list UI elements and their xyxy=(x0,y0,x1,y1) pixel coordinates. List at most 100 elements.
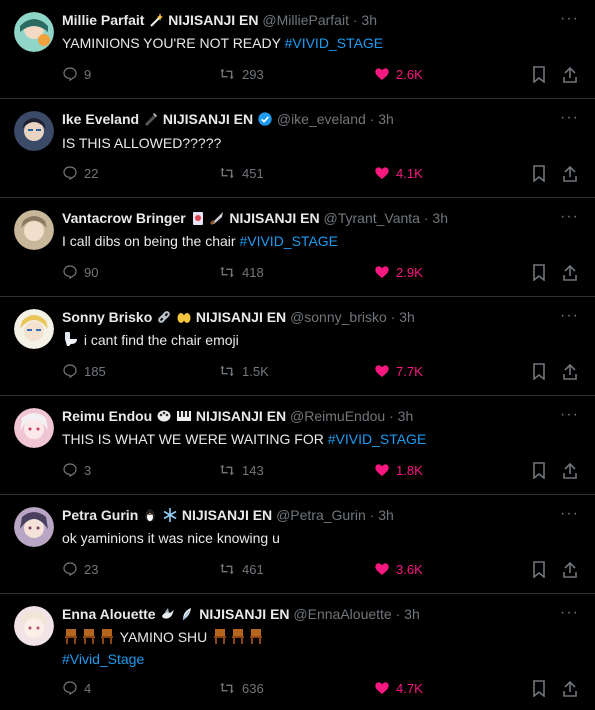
display-name[interactable]: Sonny Brisko xyxy=(62,309,152,325)
chair-icon xyxy=(248,628,264,649)
magic-wand-icon xyxy=(149,13,164,31)
like-button[interactable]: 3.6K xyxy=(374,561,423,577)
more-options-icon[interactable]: ··· xyxy=(560,505,579,523)
tweet-text: THIS IS WHAT WE WERE WAITING FOR #VIVID_… xyxy=(62,429,555,449)
retweet-button[interactable]: 636 xyxy=(218,680,264,696)
avatar[interactable] xyxy=(14,507,54,547)
handle[interactable]: @Petra_Gurin xyxy=(276,507,366,523)
reply-count: 90 xyxy=(84,264,99,280)
timestamp[interactable]: 3h xyxy=(404,606,420,622)
share-icon[interactable] xyxy=(562,165,578,187)
tweet-text-body: I call dibs on being the chair xyxy=(62,233,236,249)
bookmark-icon[interactable] xyxy=(532,462,546,484)
display-name[interactable]: Reimu Endou xyxy=(62,408,152,424)
like-button[interactable]: 7.7K xyxy=(374,363,423,379)
tweet[interactable]: Petra Gurin NIJISANJI EN @Petra_Gurin · … xyxy=(0,495,595,594)
timestamp[interactable]: 3h xyxy=(378,507,394,523)
tweet-text: I call dibs on being the chair #VIVID_ST… xyxy=(62,231,555,251)
hashtag-link[interactable]: #VIVID_STAGE xyxy=(239,233,338,249)
share-icon[interactable] xyxy=(562,66,578,88)
bookmark-icon[interactable] xyxy=(532,165,546,187)
bookmark-icon[interactable] xyxy=(532,561,546,583)
retweet-button[interactable]: 451 xyxy=(218,165,264,181)
avatar[interactable] xyxy=(14,111,54,151)
handle[interactable]: @EnnaAlouette xyxy=(293,606,391,622)
timestamp[interactable]: 3h xyxy=(378,111,394,127)
more-options-icon[interactable]: ··· xyxy=(560,10,579,28)
handle[interactable]: @MillieParfait xyxy=(262,12,349,28)
tweet-header: Enna Alouette NIJISANJI EN @EnnaAlouette… xyxy=(62,605,555,625)
retweet-icon xyxy=(220,464,234,476)
more-options-icon[interactable]: ··· xyxy=(560,406,579,424)
reply-count: 3 xyxy=(84,462,92,478)
agency-label: NIJISANJI EN xyxy=(195,408,287,424)
display-name[interactable]: Ike Eveland xyxy=(62,111,139,127)
tweet[interactable]: Sonny Brisko NIJISANJI EN @sonny_brisko … xyxy=(0,297,595,396)
tarot-card-icon xyxy=(191,211,205,229)
hashtag-link[interactable]: #VIVID_STAGE xyxy=(285,35,384,51)
retweet-button[interactable]: 293 xyxy=(218,66,264,82)
tweet[interactable]: Millie Parfait NIJISANJI EN @MillieParfa… xyxy=(0,0,595,99)
retweet-count: 143 xyxy=(242,462,264,478)
reply-button[interactable]: 3 xyxy=(62,462,91,478)
bookmark-icon[interactable] xyxy=(532,680,546,702)
reply-button[interactable]: 9 xyxy=(62,66,91,82)
share-icon[interactable] xyxy=(562,680,578,702)
retweet-button[interactable]: 461 xyxy=(218,561,264,577)
agency-label: NIJISANJI EN xyxy=(229,210,320,226)
tweet[interactable]: Reimu Endou NIJISANJI EN @ReimuEndou · 3… xyxy=(0,396,595,495)
like-button[interactable]: 2.9K xyxy=(374,264,423,280)
reply-button[interactable]: 22 xyxy=(62,165,98,181)
reply-button[interactable]: 90 xyxy=(62,264,98,280)
display-name[interactable]: Millie Parfait xyxy=(62,12,144,28)
timestamp[interactable]: 3h xyxy=(399,309,415,325)
reply-button[interactable]: 4 xyxy=(62,680,91,696)
handle[interactable]: @ReimuEndou xyxy=(290,408,385,424)
tweet[interactable]: Enna Alouette NIJISANJI EN @EnnaAlouette… xyxy=(0,594,595,710)
avatar[interactable] xyxy=(14,12,54,52)
like-button[interactable]: 1.8K xyxy=(374,462,423,478)
like-button[interactable]: 4.1K xyxy=(374,165,423,181)
more-options-icon[interactable]: ··· xyxy=(560,208,579,226)
avatar[interactable] xyxy=(14,408,54,448)
tweet[interactable]: Ike Eveland NIJISANJI EN @ike_eveland · … xyxy=(0,99,595,198)
tweet-text: ok yaminions it was nice knowing u xyxy=(62,528,555,548)
share-icon[interactable] xyxy=(562,363,578,385)
display-name[interactable]: Enna Alouette xyxy=(62,606,156,622)
avatar[interactable] xyxy=(14,210,54,250)
reply-button[interactable]: 23 xyxy=(62,561,98,577)
retweet-button[interactable]: 418 xyxy=(218,264,264,280)
share-icon[interactable] xyxy=(562,462,578,484)
knife-icon xyxy=(210,211,224,229)
avatar[interactable] xyxy=(14,309,54,349)
tweet-text: i cant find the chair emoji xyxy=(62,330,555,352)
retweet-icon xyxy=(220,365,234,377)
display-name[interactable]: Vantacrow Bringer xyxy=(62,210,186,226)
share-icon[interactable] xyxy=(562,561,578,583)
more-options-icon[interactable]: ··· xyxy=(560,604,579,622)
display-name[interactable]: Petra Gurin xyxy=(62,507,138,523)
hashtag-link[interactable]: #VIVID_STAGE xyxy=(328,431,427,447)
handle[interactable]: @Tyrant_Vanta xyxy=(324,210,420,226)
handle[interactable]: @ike_eveland xyxy=(277,111,366,127)
share-icon[interactable] xyxy=(562,264,578,286)
like-button[interactable]: 4.7K xyxy=(374,680,423,696)
tweet[interactable]: Vantacrow Bringer NIJISANJI EN @Tyrant_V… xyxy=(0,198,595,297)
hashtag-link[interactable]: #Vivid_Stage xyxy=(62,651,144,667)
bookmark-icon[interactable] xyxy=(532,363,546,385)
retweet-button[interactable]: 1.5K xyxy=(218,363,269,379)
tweet-text: YAMINIONS YOU'RE NOT READY #VIVID_STAGE xyxy=(62,33,555,53)
avatar[interactable] xyxy=(14,606,54,646)
toilet-icon xyxy=(63,331,79,352)
retweet-button[interactable]: 143 xyxy=(218,462,264,478)
handle[interactable]: @sonny_brisko xyxy=(290,309,387,325)
timestamp[interactable]: 3h xyxy=(398,408,414,424)
timestamp[interactable]: 3h xyxy=(432,210,448,226)
reply-button[interactable]: 185 xyxy=(62,363,106,379)
more-options-icon[interactable]: ··· xyxy=(560,109,579,127)
more-options-icon[interactable]: ··· xyxy=(560,307,579,325)
bookmark-icon[interactable] xyxy=(532,264,546,286)
like-button[interactable]: 2.6K xyxy=(374,66,423,82)
bookmark-icon[interactable] xyxy=(532,66,546,88)
timestamp[interactable]: 3h xyxy=(361,12,377,28)
